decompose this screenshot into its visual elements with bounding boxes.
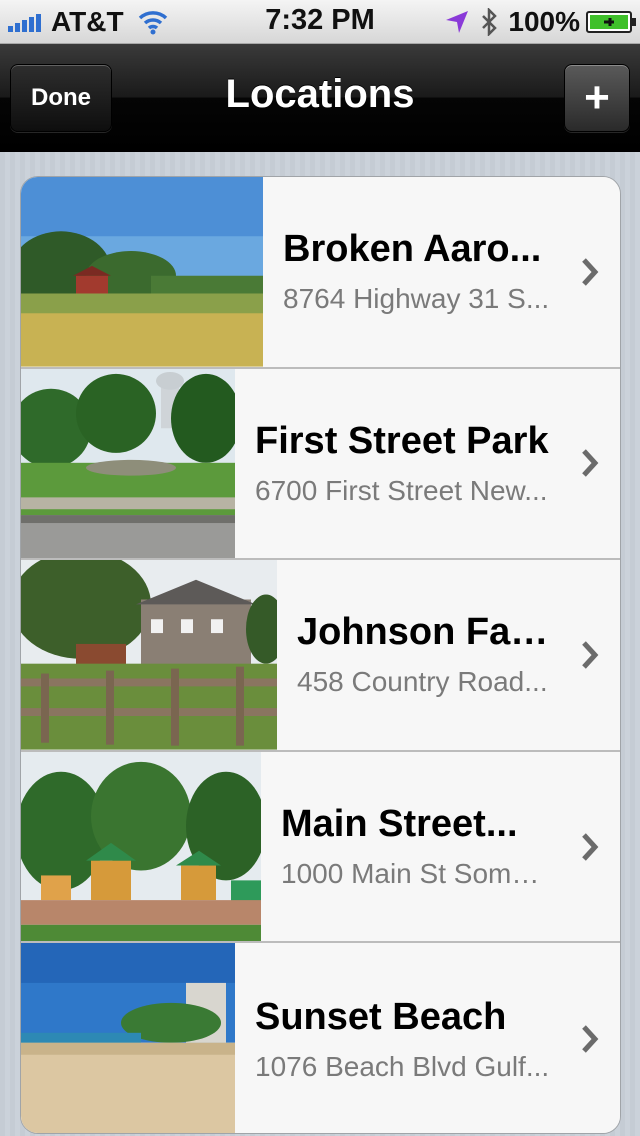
location-name: Sunset Beach bbox=[255, 995, 507, 1038]
location-row[interactable]: First Street Park 6700 First Street New.… bbox=[21, 368, 620, 561]
location-name: Johnson Farm bbox=[297, 611, 550, 654]
location-photo-beach bbox=[21, 943, 235, 1133]
location-photo-park bbox=[21, 368, 235, 559]
location-address: 6700 First Street New... bbox=[255, 474, 548, 506]
location-name: First Street Park bbox=[255, 419, 549, 462]
battery-percent: 100% bbox=[508, 6, 580, 37]
content-area: Broken Aaro... 8764 Highway 31 S... Firs… bbox=[0, 152, 640, 1136]
location-photo-playground bbox=[21, 751, 261, 942]
bluetooth-icon bbox=[482, 8, 498, 36]
location-row[interactable]: Sunset Beach 1076 Beach Blvd Gulf... bbox=[21, 943, 620, 1133]
location-photo-farmhouse bbox=[21, 560, 277, 750]
location-row[interactable]: Johnson Farm 458 Country Road... bbox=[21, 560, 620, 752]
location-row[interactable]: Main Street... 1000 Main St Some... bbox=[21, 751, 620, 944]
navigation-bar: Done Locations + bbox=[0, 44, 640, 152]
location-arrow-icon bbox=[446, 11, 469, 33]
chevron-right-icon bbox=[582, 641, 599, 669]
location-photo-farm-field bbox=[21, 177, 263, 367]
chevron-right-icon bbox=[582, 258, 599, 286]
chevron-right-icon bbox=[582, 832, 599, 861]
location-name: Main Street... bbox=[281, 803, 518, 846]
chevron-right-icon bbox=[582, 1025, 599, 1053]
add-location-button[interactable]: + bbox=[564, 64, 630, 132]
page-title: Locations bbox=[225, 72, 415, 116]
battery-icon bbox=[586, 11, 636, 33]
location-address: 1000 Main St Some... bbox=[281, 858, 550, 890]
location-address: 1076 Beach Blvd Gulf... bbox=[255, 1050, 550, 1082]
status-bar: AT&T 7:32 PM 100% bbox=[0, 0, 640, 44]
location-address: 8764 Highway 31 S... bbox=[283, 283, 550, 315]
locations-list[interactable]: Broken Aaro... 8764 Highway 31 S... Firs… bbox=[20, 176, 621, 1134]
chevron-right-icon bbox=[582, 449, 599, 478]
location-name: Broken Aaro... bbox=[283, 228, 542, 271]
location-row[interactable]: Broken Aaro... 8764 Highway 31 S... bbox=[21, 177, 620, 369]
location-address: 458 Country Road... bbox=[297, 666, 548, 698]
